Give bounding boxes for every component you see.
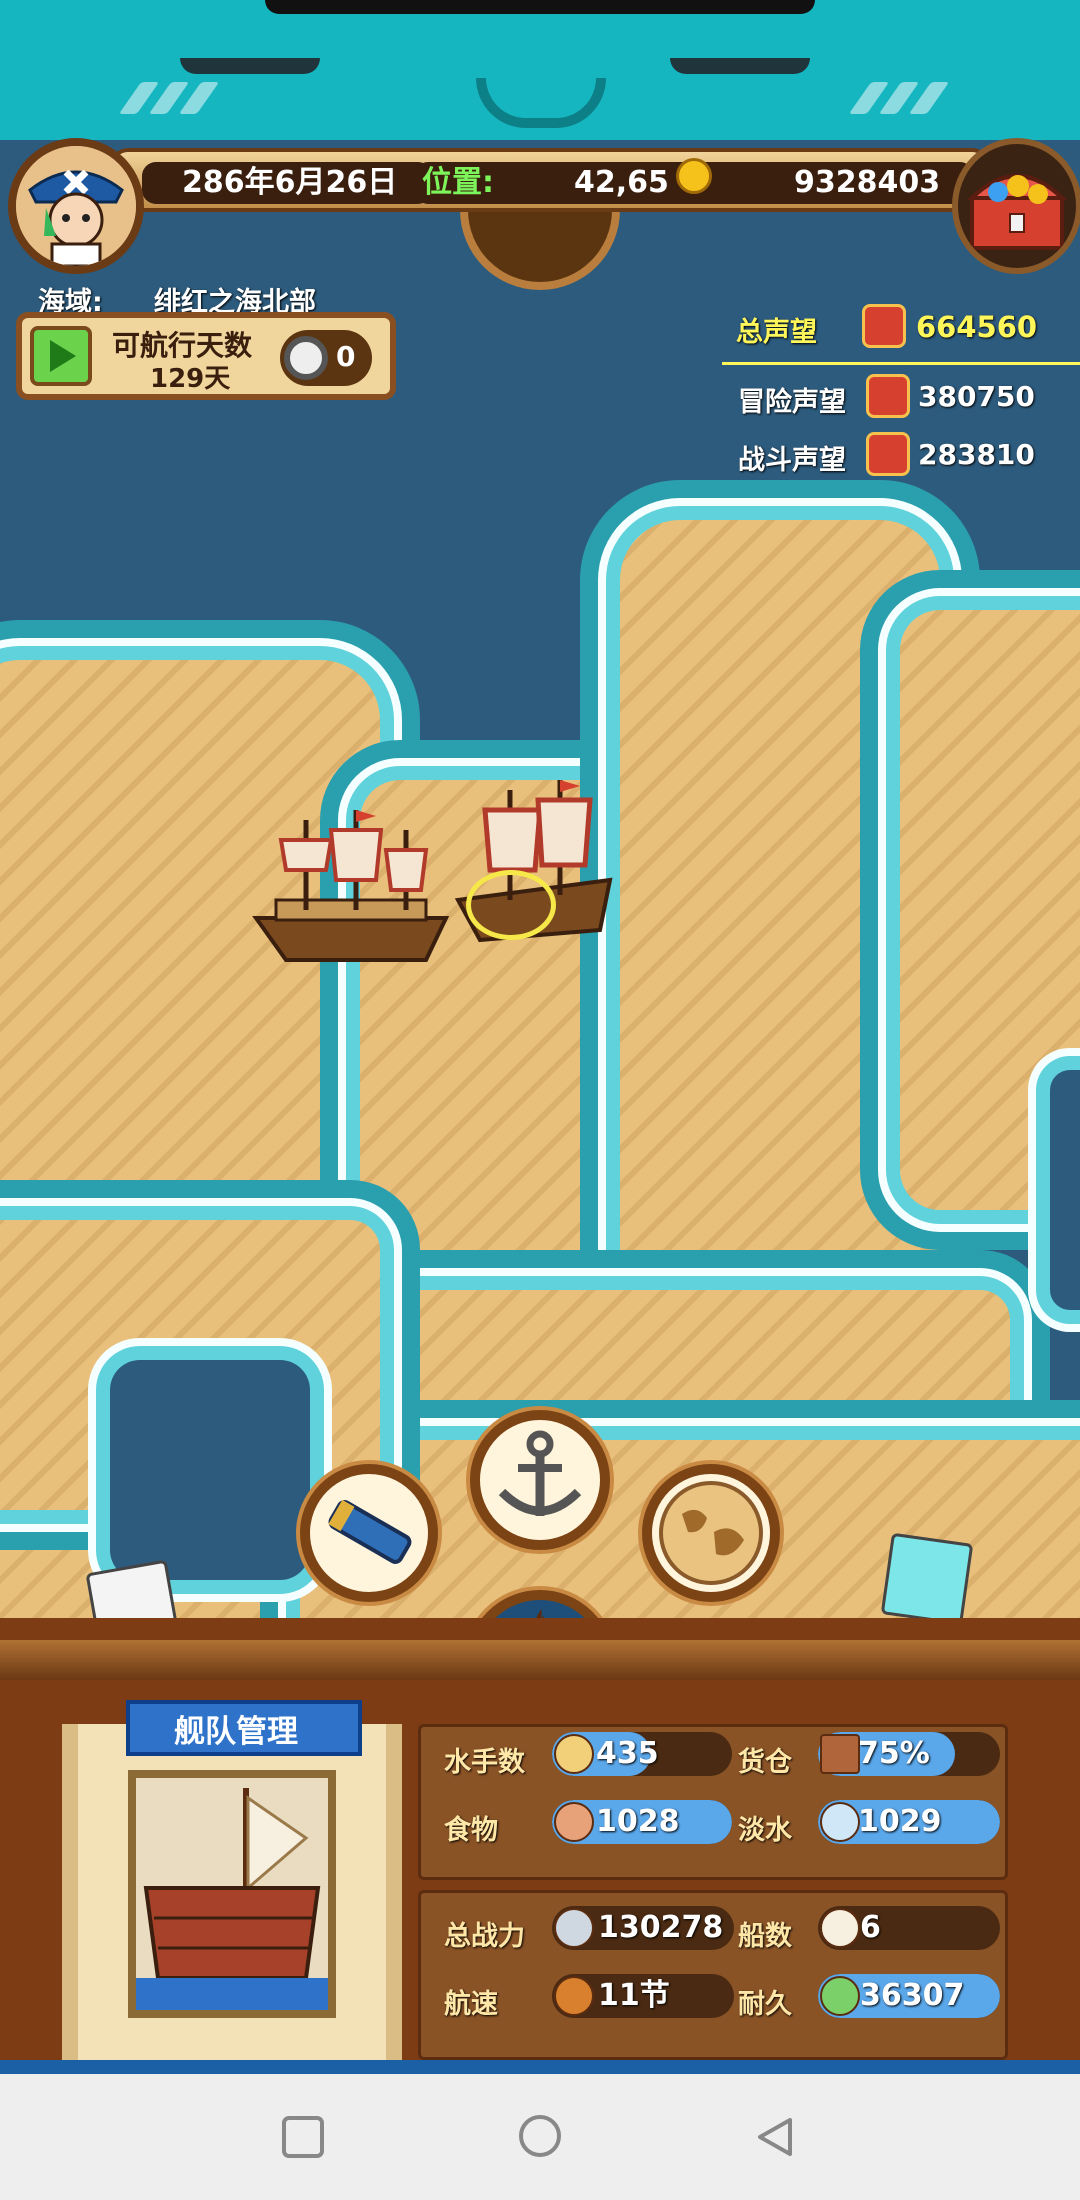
adventure-reputation-value: 380750	[918, 380, 1035, 413]
cargo-label: 货仓	[738, 1747, 792, 1778]
repair-icon	[820, 1976, 860, 2016]
total-reputation-label: 总声望	[736, 317, 817, 348]
game-date: 286年6月26日	[182, 165, 398, 200]
sailors-label: 水手数	[444, 1747, 525, 1778]
skull-crossbones-icon	[554, 1908, 594, 1948]
sailing-days-value: 129天	[150, 364, 231, 394]
lagoon	[110, 1360, 310, 1580]
combat-power-label: 总战力	[444, 1921, 525, 1952]
sailors-value: 435	[596, 1736, 659, 1771]
home-circle-icon[interactable]	[516, 2112, 564, 2160]
adventure-reputation-label: 冒险声望	[738, 387, 846, 418]
cargo-value: 75%	[858, 1736, 930, 1771]
anchor-icon	[498, 1430, 582, 1516]
galleon-cutaway-icon	[136, 1778, 328, 2010]
reputation-shield-icon	[862, 304, 906, 348]
total-reputation-value: 664560	[916, 310, 1038, 344]
fleet-ship[interactable]	[246, 800, 456, 980]
recents-square-icon[interactable]	[280, 2114, 326, 2160]
back-triangle-icon[interactable]	[752, 2114, 798, 2160]
world-map-button[interactable]	[642, 1464, 780, 1602]
side-channel	[1050, 1070, 1080, 1310]
system-nav-bar	[0, 2074, 1080, 2200]
battle-reputation-label: 战斗声望	[738, 445, 846, 476]
pirate-captain-icon	[16, 146, 136, 266]
telescope-icon	[328, 1499, 412, 1564]
ship-portrait[interactable]	[128, 1770, 336, 2018]
mascot-header	[0, 0, 1080, 140]
crossed-swords-icon	[866, 432, 910, 476]
water-jug-icon	[820, 1802, 860, 1842]
speed-label: 航速	[444, 1989, 498, 2020]
ship-count-value: 6	[860, 1910, 881, 1945]
ship-wheel-icon	[866, 374, 910, 418]
battle-reputation-value: 283810	[918, 438, 1035, 471]
world-map-icon	[659, 1481, 763, 1585]
treasure-chest-icon	[967, 174, 1067, 250]
gold-coin-icon	[676, 158, 712, 194]
water-value: 1029	[858, 1804, 942, 1839]
captain-avatar[interactable]	[8, 138, 144, 274]
telescope-button[interactable]	[300, 1464, 438, 1602]
panel-bottom-border	[0, 2060, 1080, 2074]
durability-value: 36307	[860, 1978, 965, 2013]
cyan-cube-mascot[interactable]	[880, 1532, 974, 1626]
food-value: 1028	[596, 1804, 680, 1839]
small-sail-icon	[820, 1908, 860, 1948]
mascot-left-eye	[180, 58, 320, 74]
food-label: 食物	[444, 1815, 498, 1846]
durability-label: 耐久	[738, 1989, 792, 2020]
speed-value: 11节	[598, 1978, 670, 2013]
sailor-icon	[554, 1734, 594, 1774]
meat-icon	[554, 1802, 594, 1842]
dial-count: 0	[336, 340, 356, 373]
camera-notch	[265, 0, 815, 14]
target-icon	[284, 336, 328, 380]
play-icon	[50, 340, 76, 372]
water-label: 淡水	[738, 1815, 792, 1846]
combat-power-value: 130278	[598, 1910, 724, 1945]
crate-icon	[820, 1734, 860, 1774]
treasure-chest-button[interactable]	[952, 138, 1080, 274]
fleet-management-title[interactable]: 舰队管理	[174, 1706, 298, 1751]
mascot-right-eye	[670, 58, 810, 74]
status-bar: 286年6月26日 位置: 42,65 9328403	[110, 148, 990, 212]
sail-play-button[interactable]	[30, 326, 92, 386]
selected-ship-ring	[466, 870, 556, 940]
position-label: 位置:	[422, 165, 494, 200]
position-value: 42,65	[574, 165, 669, 200]
gold-amount: 9328403	[794, 165, 941, 200]
reputation-divider	[722, 362, 1080, 365]
anchor-button[interactable]	[470, 1410, 610, 1550]
ship-speed-icon	[554, 1976, 594, 2016]
ship-count-label: 船数	[738, 1921, 792, 1952]
mascot-mouth	[476, 78, 606, 128]
fleet-panel-trim	[0, 1640, 1080, 1680]
